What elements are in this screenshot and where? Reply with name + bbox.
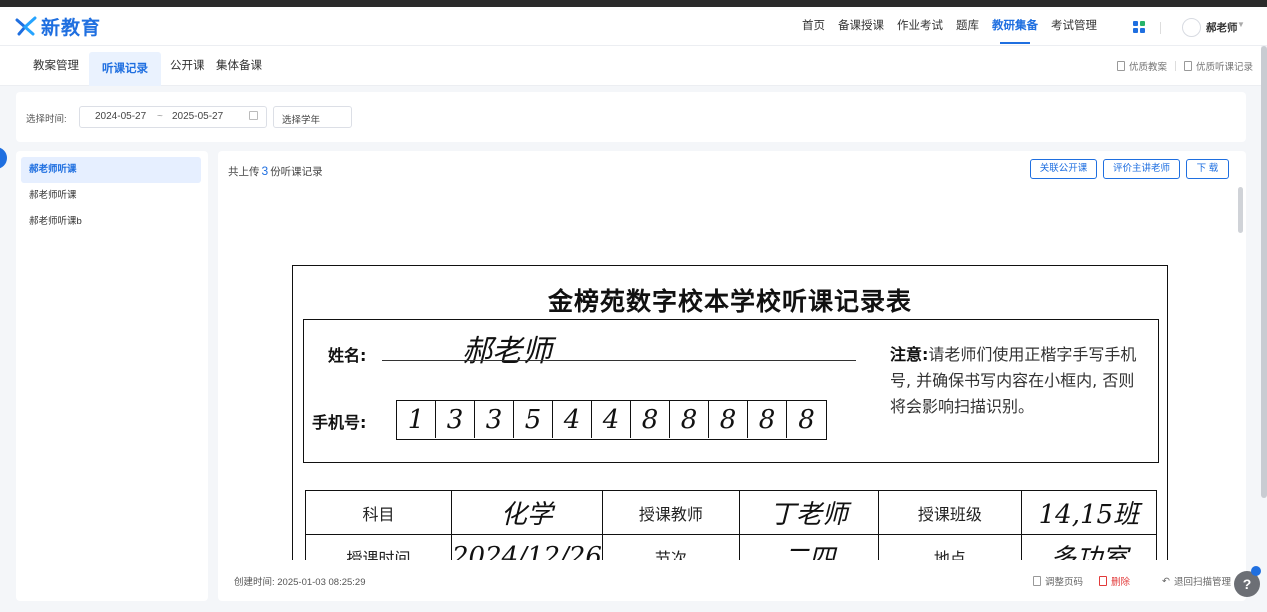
date-range-picker[interactable]: 2024-05-27 ~ 2025-05-27 [79,106,267,128]
document-icon [1116,61,1125,71]
caret-down-icon[interactable]: ▼ [1237,20,1245,29]
header-divider [1160,22,1161,34]
evaluate-teacher-button[interactable]: 评价主讲老师 [1103,159,1180,179]
link-divider [1174,61,1176,71]
top-header: 新教育 首页 备课授课 作业考试 题库 教研集备 考试管理 郝老师 ▼ [0,7,1267,46]
trash-icon [1099,576,1107,586]
time-label: 授课时间 [305,534,452,560]
name-underline [382,360,856,361]
date-end[interactable]: 2025-05-27 [172,111,223,122]
calendar-icon[interactable] [249,111,258,120]
period-label: 节次 [601,534,740,560]
phone-digit: 8 [631,401,670,438]
created-time: 创建时间: 2025-01-03 08:25:29 [234,577,366,588]
scanned-document-viewer[interactable]: 金榜苑数字校本学校听课记录表 姓名: 郝老师 手机号: 1 3 3 5 4 4 … [218,187,1246,560]
phone-digit: 1 [397,401,436,438]
side-collapse-handle[interactable] [0,147,7,169]
location-value: 多功室 [1020,534,1157,560]
phone-digit: 3 [475,401,514,438]
class-label: 授课班级 [877,490,1022,535]
handwritten-name: 郝老师 [462,334,552,369]
nav-teaching-research[interactable]: 教研集备 [992,7,1038,46]
phone-digit: 8 [670,401,709,438]
quality-observation-records-link[interactable]: 优质听课记录 [1183,59,1253,73]
delete-button[interactable]: 删除 [1099,574,1130,588]
nav-question-bank[interactable]: 题库 [956,7,979,46]
phone-label: 手机号: [312,413,367,432]
chevron-down-icon: ⌵ [282,110,290,121]
adjust-page-button[interactable]: 调整页码 [1033,574,1083,588]
teacher-label: 授课教师 [601,490,740,535]
window-top-strip [0,0,1267,7]
form-notice: 注意:请老师们使用正楷字手写手机号, 并确保书写内容在小框内, 否则将会影响扫描… [890,342,1140,420]
phone-digit-boxes: 1 3 3 5 4 4 8 8 8 8 8 [396,400,827,440]
quick-links: 优质教案 优质听课记录 [1116,59,1253,73]
avatar-icon[interactable] [1182,18,1201,37]
upload-count-text: 共上传 3 份听课记录 [228,164,323,178]
nav-home[interactable]: 首页 [802,7,825,46]
tab-collective-prep[interactable]: 集体备课 [216,46,262,86]
sub-tabs-bar: 教案管理 听课记录 公开课 集体备课 优质教案 优质听课记录 [0,46,1261,86]
list-item[interactable]: 郝老师听课 [21,157,201,183]
download-button[interactable]: 下 载 [1186,159,1229,179]
quality-lesson-plans-link[interactable]: 优质教案 [1116,59,1167,73]
record-list-panel: 郝老师听课 郝老师听课 郝老师听课b [16,151,208,601]
nav-lesson-prep[interactable]: 备课授课 [838,7,884,46]
form-title: 金榜苑数字校本学校听课记录表 [547,287,912,316]
apps-grid-icon[interactable] [1133,21,1145,33]
main-nav: 首页 备课授课 作业考试 题库 教研集备 考试管理 [789,7,1097,46]
nav-exam-management[interactable]: 考试管理 [1051,7,1097,46]
notice-heading: 注意: [890,345,929,364]
nav-homework-exam[interactable]: 作业考试 [897,7,943,46]
tab-lesson-observation-records[interactable]: 听课记录 [89,52,161,86]
phone-digit: 5 [514,401,553,438]
list-item[interactable]: 郝老师听课 [21,183,201,209]
subject-label: 科目 [305,490,452,535]
table-row: 科目 化学 授课教师 丁老师 授课班级 14,15班 [305,490,1157,535]
tab-lesson-plan-management[interactable]: 教案管理 [33,46,79,86]
help-badge[interactable] [1251,566,1261,576]
school-year-select[interactable]: 选择学年 ⌵ [273,106,352,128]
observation-form: 金榜苑数字校本学校听课记录表 姓名: 郝老师 手机号: 1 3 3 5 4 4 … [292,265,1168,560]
return-to-scan-button[interactable]: ↶ 退回扫描管理 [1162,574,1231,589]
filter-card: 选择时间: 2024-05-27 ~ 2025-05-27 选择学年 ⌵ [16,92,1246,142]
lesson-info-table: 科目 化学 授课教师 丁老师 授课班级 14,15班 授课时间 2024/12/… [305,490,1157,560]
logo-text: 新教育 [41,16,102,39]
period-value: 二四 [738,534,879,560]
return-icon: ↶ [1162,575,1170,587]
location-label: 地点 [877,534,1022,560]
logo[interactable]: 新教育 [15,15,102,39]
record-icon [1183,61,1192,71]
name-label: 姓名: [328,346,367,365]
page-scrollbar[interactable] [1261,46,1267,498]
date-start[interactable]: 2024-05-27 [95,111,146,122]
subject-value: 化学 [451,490,603,535]
table-row: 授课时间 2024/12/26 节次 二四 地点 多功室 [305,534,1157,560]
tab-open-class[interactable]: 公开课 [170,46,205,86]
phone-digit: 8 [748,401,787,438]
time-filter-label: 选择时间: [26,114,67,125]
phone-digit: 4 [553,401,592,438]
teacher-value: 丁老师 [738,490,879,535]
upload-count: 3 [261,164,269,178]
detail-footer: 创建时间: 2025-01-03 08:25:29 调整页码 删除 ↶ 退回扫描… [218,560,1246,601]
link-open-class-button[interactable]: 关联公开课 [1030,159,1097,179]
logo-mark-icon [15,16,37,36]
document-scrollbar[interactable] [1238,187,1243,233]
class-value: 14,15班 [1020,490,1157,535]
record-detail-panel: 共上传 3 份听课记录 关联公开课 评价主讲老师 下 载 金榜苑数字校本学校听课记录… [218,151,1246,601]
phone-digit: 8 [709,401,748,438]
phone-digit: 4 [592,401,631,438]
page-adjust-icon [1033,576,1041,586]
teacher-info-box: 姓名: 郝老师 手机号: 1 3 3 5 4 4 8 8 8 8 8 注意:请老… [303,319,1159,463]
user-name[interactable]: 郝老师 [1206,20,1238,35]
time-value: 2024/12/26 [451,534,603,560]
list-item[interactable]: 郝老师听课b [21,209,201,235]
date-separator: ~ [157,111,163,122]
phone-digit: 3 [436,401,475,438]
phone-digit: 8 [798,405,815,435]
